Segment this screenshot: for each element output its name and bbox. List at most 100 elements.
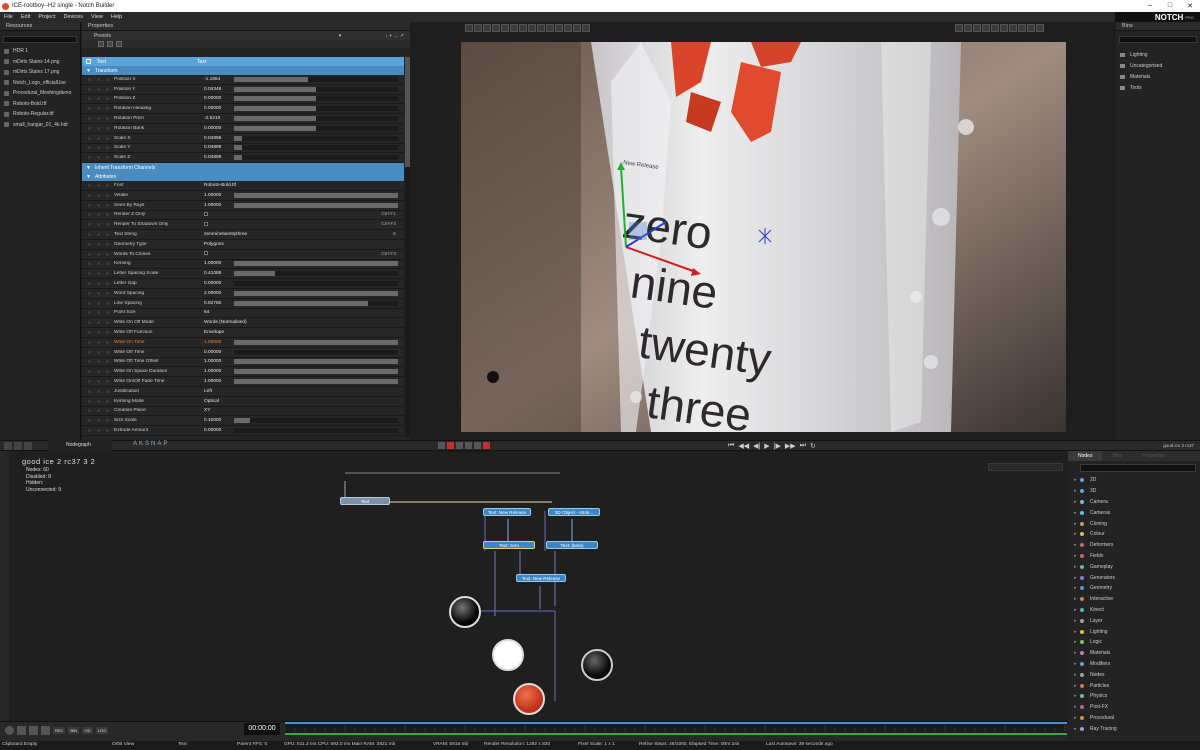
properties-scroll-thumb[interactable] <box>405 57 410 167</box>
grid-icon[interactable] <box>14 442 22 450</box>
ng-tool-icon[interactable] <box>456 442 463 449</box>
keyframe-dot-icon[interactable] <box>106 291 109 295</box>
keyframe-dot-icon[interactable] <box>97 409 100 413</box>
node-category[interactable]: ▸ Generators <box>1068 572 1200 583</box>
keyframe-dot-icon[interactable] <box>97 156 100 160</box>
viewport-tool-icon[interactable] <box>582 24 590 32</box>
keyframe-dot-icon[interactable] <box>106 87 109 91</box>
viewport-tool-icon[interactable] <box>573 24 581 32</box>
property-slider[interactable] <box>234 116 398 122</box>
property-value[interactable]: Words (Normalised) <box>204 320 247 325</box>
alert-icon[interactable] <box>483 442 490 449</box>
node-category[interactable]: ▸ Layer <box>1068 615 1200 626</box>
node-category[interactable]: ▸ Camera <box>1068 497 1200 508</box>
keyframe-dot-icon[interactable] <box>97 126 100 130</box>
keyframe-dot-icon[interactable] <box>88 97 91 101</box>
rec-button[interactable]: REC <box>53 727 66 734</box>
section-header[interactable]: ▼ Inherit Transform Channels <box>82 163 404 173</box>
keyframe-dot-icon[interactable] <box>97 428 100 432</box>
keyframe-dot-icon[interactable] <box>88 340 91 344</box>
keyframe-dot-icon[interactable] <box>106 370 109 374</box>
viewport-tool-icon[interactable] <box>991 24 999 32</box>
section-header[interactable]: ▼ Attributes <box>82 172 404 182</box>
keyframe-dot-icon[interactable] <box>97 350 100 354</box>
keyframe-dot-icon[interactable] <box>88 350 91 354</box>
property-slider[interactable] <box>234 96 398 102</box>
resource-item[interactable]: mDirts Stains 17.png <box>0 67 80 78</box>
keyframe-dot-icon[interactable] <box>106 321 109 325</box>
property-slider[interactable] <box>234 290 398 296</box>
property-row[interactable]: Kerning 1.00000 <box>82 259 404 270</box>
property-value[interactable]: zeroninetwentythree <box>204 232 247 237</box>
keyframe-dot-icon[interactable] <box>106 136 109 140</box>
nodegraph-tool-button[interactable]: P <box>163 441 167 447</box>
keyframe-dot-icon[interactable] <box>97 399 100 403</box>
resource-item[interactable]: mDirts Stains 14.png <box>0 57 80 68</box>
keyframe-dot-icon[interactable] <box>88 77 91 81</box>
property-row[interactable]: Write Off Time 0.00000 <box>82 347 404 358</box>
keyframe-dot-icon[interactable] <box>106 233 109 237</box>
viewport-tool-icon[interactable] <box>564 24 572 32</box>
ng-tool-icon[interactable] <box>474 442 481 449</box>
keyframe-dot-icon[interactable] <box>97 87 100 91</box>
node-category[interactable]: ▸ Deformers <box>1068 540 1200 551</box>
keyframe-dot-icon[interactable] <box>88 301 91 305</box>
step-back-icon[interactable]: ◀| <box>753 442 760 450</box>
property-slider[interactable] <box>234 359 398 365</box>
property-value[interactable]: 0.00000 <box>204 281 234 286</box>
ng-tool-icon[interactable] <box>465 442 472 449</box>
property-slider[interactable] <box>234 145 398 151</box>
property-value[interactable]: 0.04898 <box>204 145 234 150</box>
viewport-tool-icon[interactable] <box>519 24 527 32</box>
node-category[interactable]: ▸ Interactive <box>1068 594 1200 605</box>
keyframe-dot-icon[interactable] <box>88 311 91 315</box>
keyframe-dot-icon[interactable] <box>106 223 109 227</box>
property-row[interactable]: Size Scale 0.10000 <box>82 416 404 427</box>
keyframe-dot-icon[interactable] <box>88 233 91 237</box>
keyframe-dot-icon[interactable] <box>97 311 100 315</box>
property-value[interactable]: 0.00000 <box>204 428 234 433</box>
property-value[interactable]: 1.00000 <box>204 261 234 266</box>
keyframe-dot-icon[interactable] <box>97 203 100 207</box>
node-category[interactable]: ▸ Modifiers <box>1068 659 1200 670</box>
property-row[interactable]: Seen By Rays 1.00000 <box>82 200 404 211</box>
minimize-button[interactable]: – <box>1140 2 1160 10</box>
maximize-button[interactable]: □ <box>1160 2 1180 10</box>
material-node-white[interactable] <box>492 639 524 671</box>
node-category[interactable]: ▸ Fields <box>1068 551 1200 562</box>
tab-nodes[interactable]: Nodes <box>1068 451 1103 461</box>
property-value[interactable]: Polygons <box>204 242 234 247</box>
keyframe-dot-icon[interactable] <box>88 389 91 393</box>
property-row[interactable]: Write On Off Mode Words (Normalised) <box>82 318 404 329</box>
property-value[interactable]: 1.00000 <box>204 369 234 374</box>
keyframe-dot-icon[interactable] <box>106 311 109 315</box>
property-slider[interactable] <box>234 349 398 355</box>
timecode-display[interactable]: 00:00:00 <box>244 723 280 735</box>
export-icon[interactable] <box>29 726 38 735</box>
property-value[interactable]: 0.04348 <box>204 87 234 92</box>
keyframe-dot-icon[interactable] <box>88 370 91 374</box>
keyframe-dot-icon[interactable] <box>97 282 100 286</box>
keyframe-dot-icon[interactable] <box>106 97 109 101</box>
property-value[interactable]: XY <box>204 408 234 413</box>
keyframe-dot-icon[interactable] <box>97 252 100 256</box>
resource-item[interactable]: small_hangar_01_4k.hdr <box>0 120 80 131</box>
material-node-dark[interactable] <box>581 649 613 681</box>
nodegraph-tool-button[interactable]: A <box>133 441 137 447</box>
filter-icon[interactable] <box>98 41 104 47</box>
keyframe-dot-icon[interactable] <box>97 233 100 237</box>
property-row[interactable]: Letter Spacing Scale 0.41088 <box>82 269 404 280</box>
nodegraph-tool-button[interactable]: S <box>145 441 149 447</box>
keyframe-dot-icon[interactable] <box>106 409 109 413</box>
property-row[interactable]: Write On Space Duration 1.00000 <box>82 367 404 378</box>
side-tabs[interactable] <box>0 451 9 721</box>
node-category[interactable]: ▸ Particles <box>1068 680 1200 691</box>
keyframe-dot-icon[interactable] <box>106 360 109 364</box>
property-row[interactable]: Position X -1.1854 <box>82 75 404 85</box>
property-slider[interactable] <box>234 155 398 161</box>
keyframe-dot-icon[interactable] <box>97 389 100 393</box>
viewport-tool-icon[interactable] <box>555 24 563 32</box>
menu-file[interactable]: File <box>0 14 17 20</box>
section-header[interactable]: ▼ Transform <box>82 66 404 75</box>
bin-item[interactable]: Materials <box>1116 71 1200 82</box>
